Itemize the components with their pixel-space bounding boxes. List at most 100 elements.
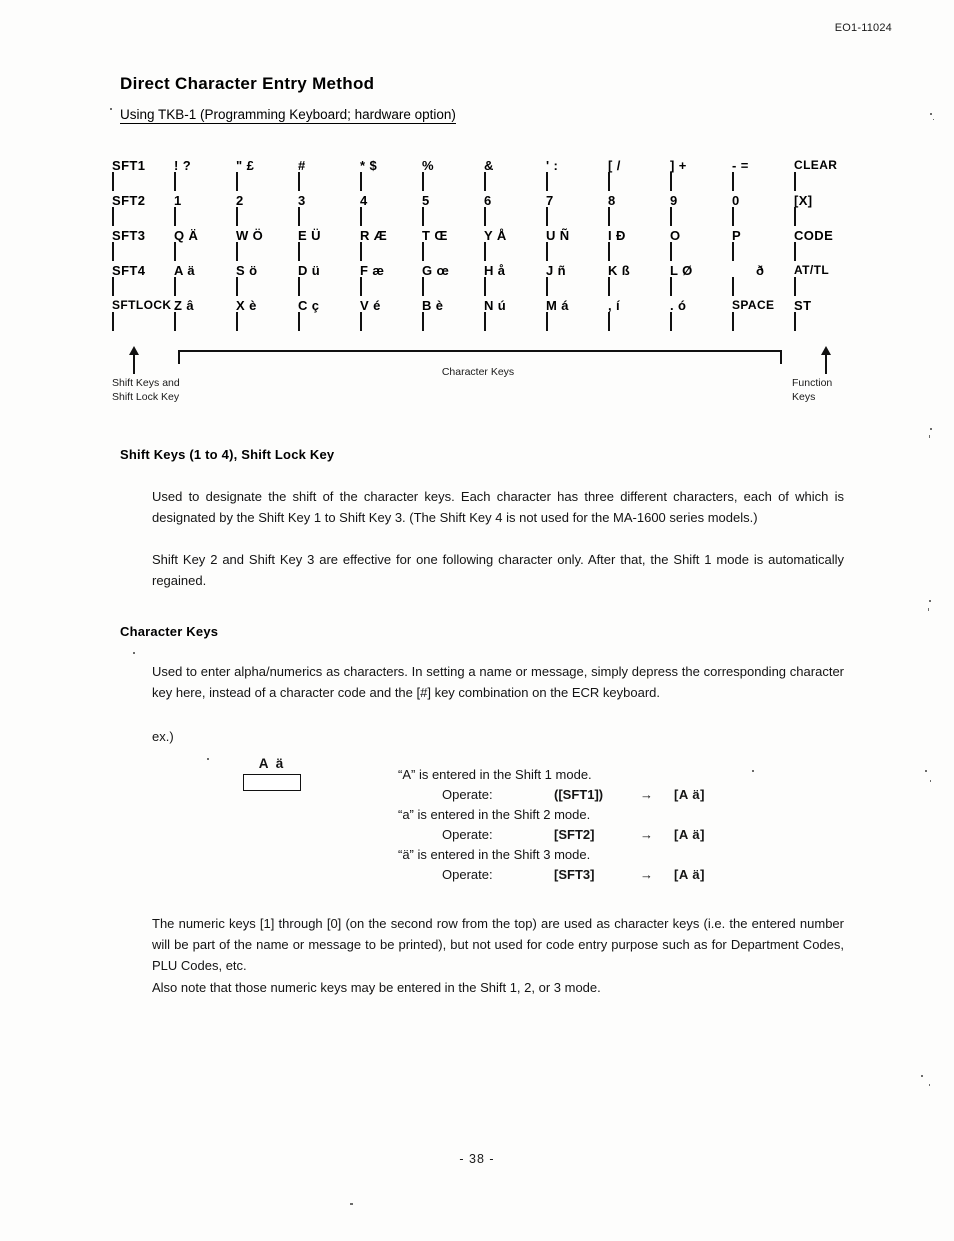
character-key[interactable]: N ú xyxy=(484,298,546,331)
key-sft3[interactable]: SFT3 xyxy=(112,228,174,261)
character-key[interactable]: U Ñ xyxy=(546,228,608,261)
key-label: SFT1 xyxy=(112,158,146,173)
character-key[interactable]: 8 xyxy=(608,193,670,226)
key-label: B è xyxy=(422,298,444,313)
key-cap-shape xyxy=(174,207,176,226)
function-key[interactable]: CLEAR xyxy=(794,158,848,191)
character-key[interactable]: C ç xyxy=(298,298,360,331)
character-key[interactable]: # xyxy=(298,158,360,191)
key-label: 6 xyxy=(484,193,492,208)
character-key[interactable]: A ä xyxy=(174,263,236,296)
character-key[interactable]: 2 xyxy=(236,193,298,226)
key-sft2[interactable]: SFT2 xyxy=(112,193,174,226)
character-key[interactable]: L Ø xyxy=(670,263,732,296)
character-key[interactable]: , í xyxy=(608,298,670,331)
example-description: “a” is entered in the Shift 2 mode. xyxy=(398,807,591,822)
key-label: SFT2 xyxy=(112,193,146,208)
key-label: G œ xyxy=(422,263,450,278)
key-label: ! ? xyxy=(174,158,192,173)
character-key[interactable]: G œ xyxy=(422,263,484,296)
character-key[interactable]: Q Ä xyxy=(174,228,236,261)
character-key[interactable]: & xyxy=(484,158,546,191)
key-cap-shape xyxy=(236,242,238,261)
key-label: SFTLOCK xyxy=(112,298,172,312)
key-cap-shape xyxy=(670,207,672,226)
function-keys-arrow-head xyxy=(821,346,831,355)
key-cap-shape xyxy=(298,242,300,261)
character-key[interactable]: ! ? xyxy=(174,158,236,191)
key-label: Q Ä xyxy=(174,228,199,243)
function-key[interactable]: [X] xyxy=(794,193,848,226)
key-label: T Œ xyxy=(422,228,448,243)
character-key[interactable]: S ö xyxy=(236,263,298,296)
scan-artifact xyxy=(933,119,934,120)
keyboard-row: SFT1 ! ? " £ # * $% & ' : [ / ] + - = CLEAR xyxy=(112,158,852,193)
character-key[interactable]: 6 xyxy=(484,193,546,226)
key-label: # xyxy=(298,158,306,173)
character-key[interactable]: 4 xyxy=(360,193,422,226)
function-key[interactable]: CODE xyxy=(794,228,848,261)
character-key[interactable]: 9 xyxy=(670,193,732,226)
key-cap-shape xyxy=(732,277,734,296)
character-key[interactable]: O xyxy=(670,228,732,261)
character-key[interactable]: % xyxy=(422,158,484,191)
key-label: M á xyxy=(546,298,569,313)
character-key[interactable]: - = xyxy=(732,158,794,191)
key-sft1[interactable]: SFT1 xyxy=(112,158,174,191)
character-key[interactable]: E Ü xyxy=(298,228,360,261)
character-key[interactable]: 7 xyxy=(546,193,608,226)
function-key[interactable]: ST xyxy=(794,298,848,331)
key-label: V é xyxy=(360,298,381,313)
key-label: O xyxy=(670,228,681,243)
character-key[interactable]: V é xyxy=(360,298,422,331)
key-label: 7 xyxy=(546,193,554,208)
character-keys-label: Character Keys xyxy=(441,366,515,378)
character-key[interactable]: SPACE xyxy=(732,298,794,331)
key-label: R Æ xyxy=(360,228,388,243)
character-key[interactable]: J ñ xyxy=(546,263,608,296)
key-cap-shape xyxy=(546,207,548,226)
key-sftlock[interactable]: SFTLOCK xyxy=(112,298,174,331)
character-key[interactable]: R Æ xyxy=(360,228,422,261)
key-cap-shape xyxy=(484,277,486,296)
character-key[interactable]: B è xyxy=(422,298,484,331)
character-key[interactable]: P xyxy=(732,228,794,261)
character-key[interactable]: 0 xyxy=(732,193,794,226)
key-label: [ / xyxy=(608,158,621,173)
character-key[interactable]: 1 xyxy=(174,193,236,226)
character-key[interactable]: 3 xyxy=(298,193,360,226)
scan-artifact xyxy=(133,652,135,654)
character-key[interactable]: T Œ xyxy=(422,228,484,261)
character-key[interactable]: D ü xyxy=(298,263,360,296)
character-key[interactable]: * $ xyxy=(360,158,422,191)
character-key[interactable]: Z â xyxy=(174,298,236,331)
function-key[interactable]: AT/TL xyxy=(794,263,848,296)
character-key[interactable]: ' : xyxy=(546,158,608,191)
character-key[interactable]: H å xyxy=(484,263,546,296)
character-key[interactable]: ] + xyxy=(670,158,732,191)
key-label: F æ xyxy=(360,263,385,278)
key-cap-shape xyxy=(484,207,486,226)
character-key[interactable]: Y Å xyxy=(484,228,546,261)
character-key[interactable]: 5 xyxy=(422,193,484,226)
shift-keys-paragraph-1: Used to designate the shift of the chara… xyxy=(152,489,844,525)
key-label: J ñ xyxy=(546,263,566,278)
character-key[interactable]: X è xyxy=(236,298,298,331)
character-key[interactable]: ð xyxy=(732,263,794,296)
shift-keys-heading: Shift Keys (1 to 4), Shift Lock Key xyxy=(120,447,335,462)
example-label: ex.) xyxy=(152,729,174,744)
character-key[interactable]: K ß xyxy=(608,263,670,296)
key-cap-shape xyxy=(298,277,300,296)
character-key[interactable]: . ó xyxy=(670,298,732,331)
character-key[interactable]: W Ö xyxy=(236,228,298,261)
character-key[interactable]: F æ xyxy=(360,263,422,296)
key-label: SPACE xyxy=(732,298,775,312)
key-sft4[interactable]: SFT4 xyxy=(112,263,174,296)
key-cap-shape xyxy=(484,242,486,261)
key-cap-shape xyxy=(360,207,362,226)
character-key[interactable]: I Ð xyxy=(608,228,670,261)
character-key[interactable]: M á xyxy=(546,298,608,331)
character-key[interactable]: " £ xyxy=(236,158,298,191)
character-key[interactable]: [ / xyxy=(608,158,670,191)
key-cap-shape xyxy=(546,312,548,331)
